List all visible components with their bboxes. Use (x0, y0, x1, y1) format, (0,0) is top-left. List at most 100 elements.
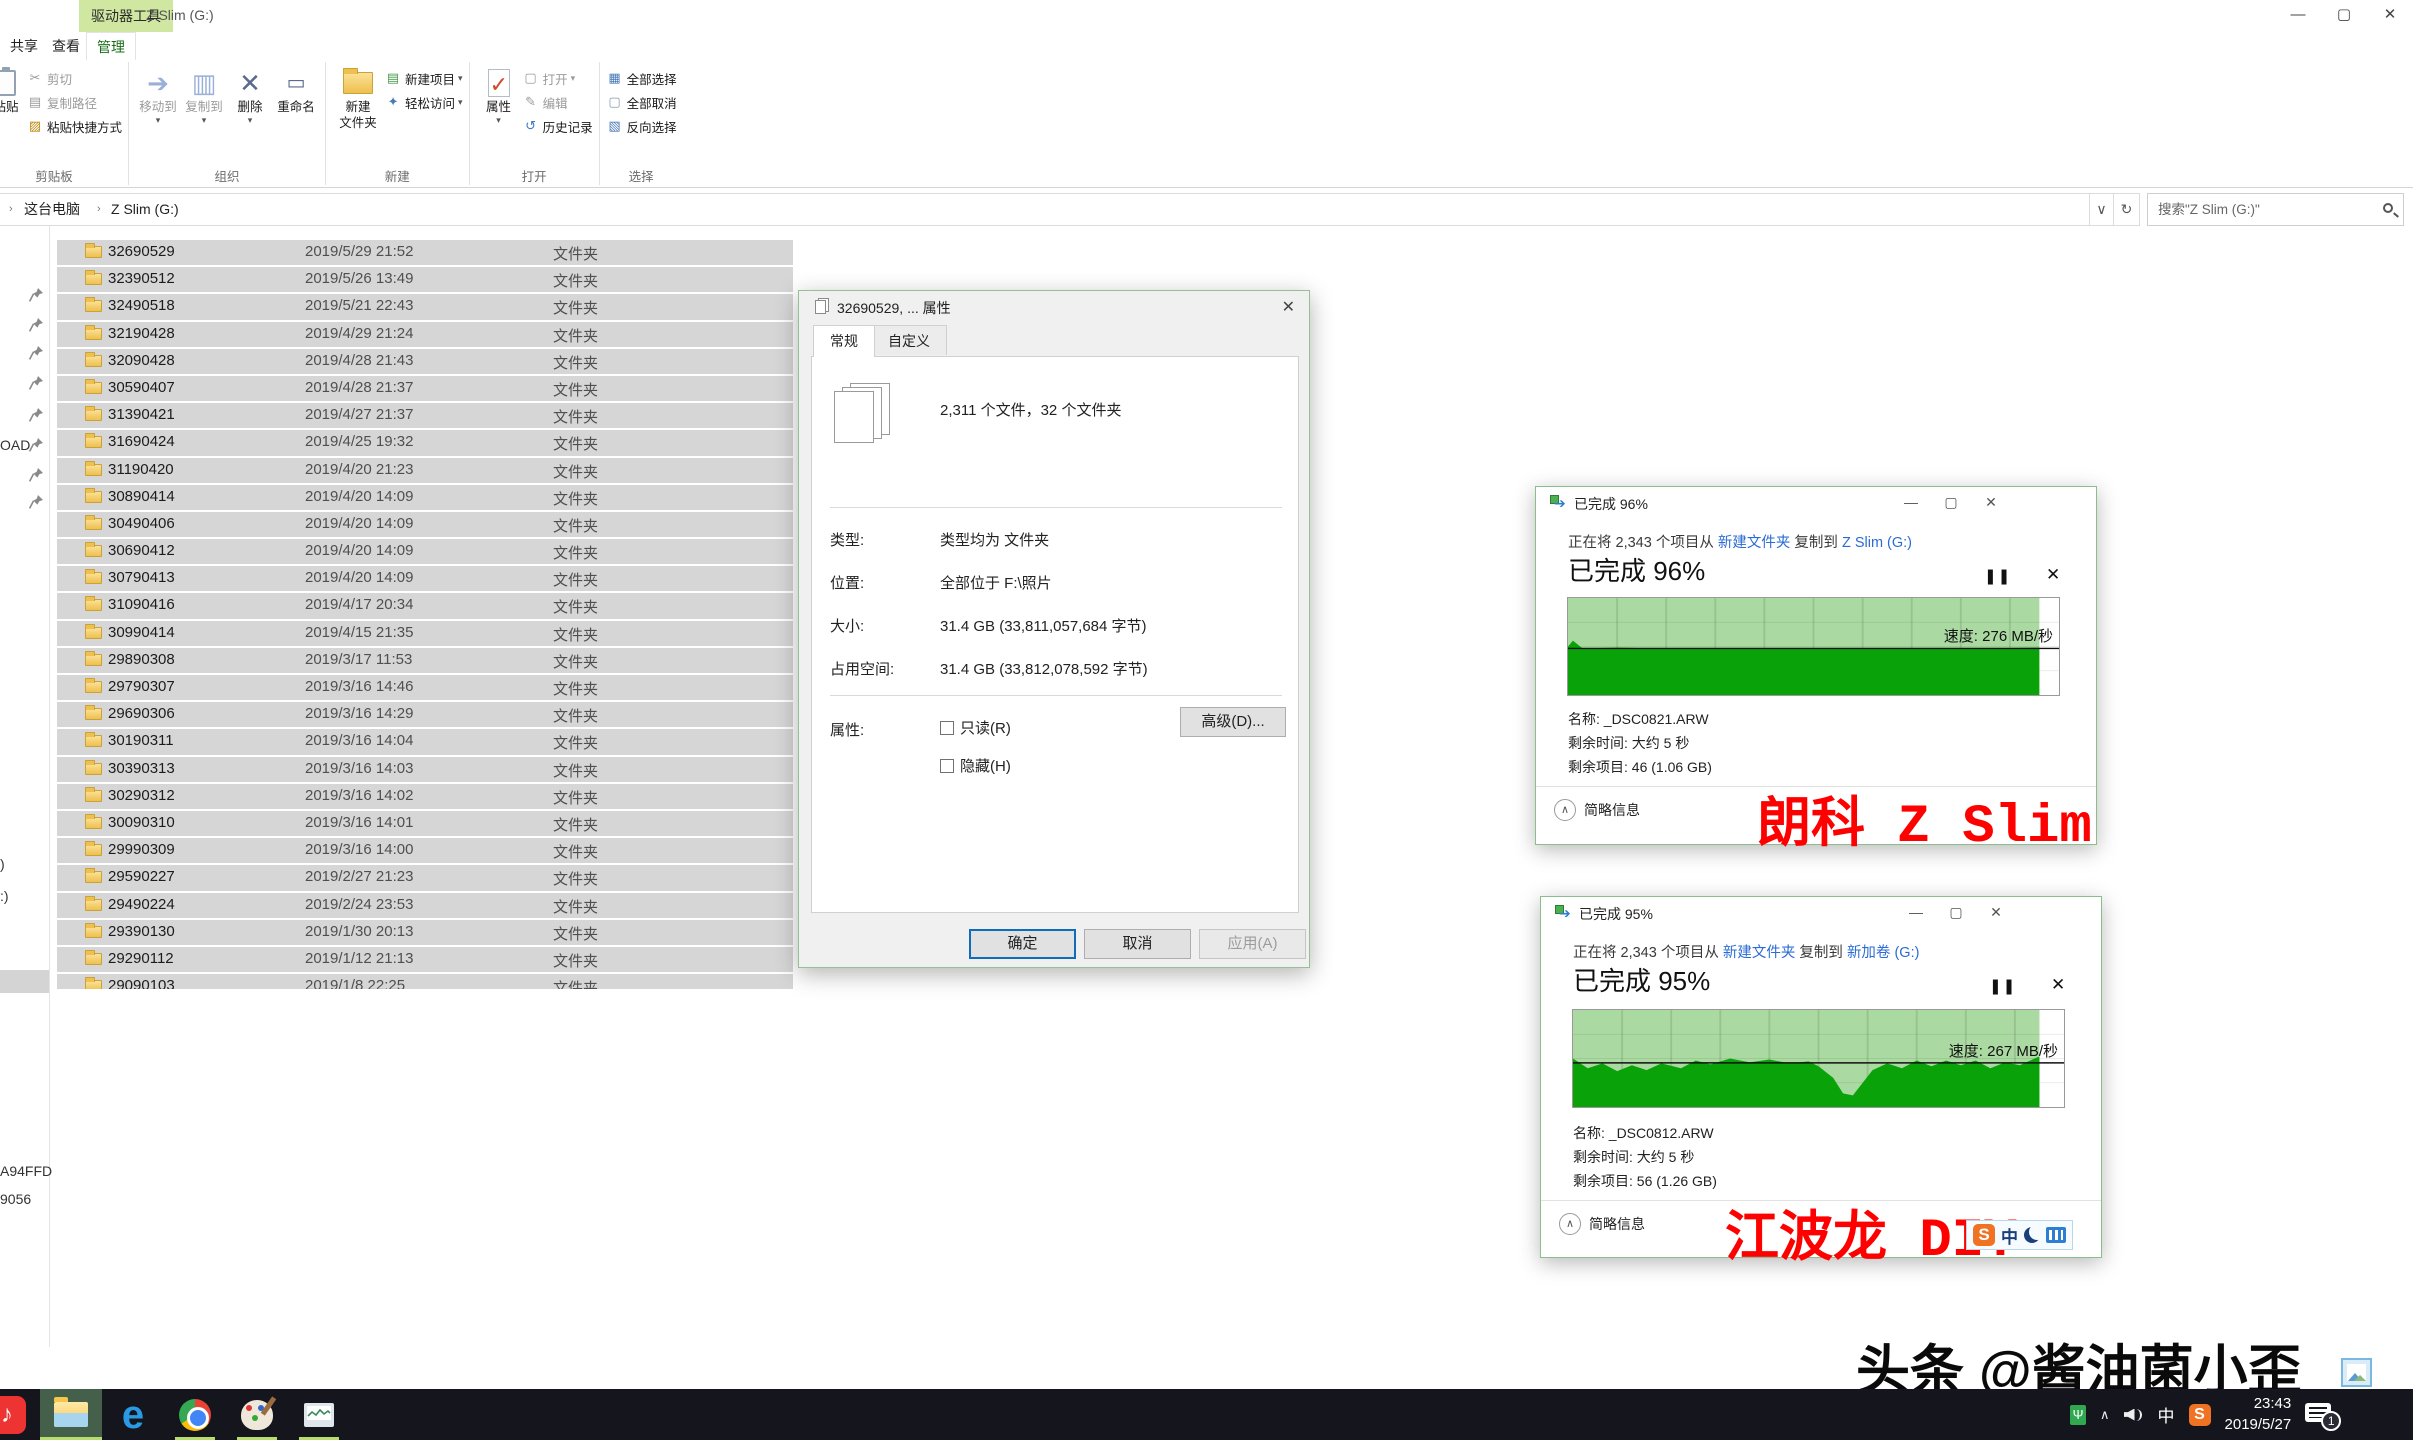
pin-icon[interactable] (28, 375, 44, 391)
file-row[interactable]: 326905292019/5/29 21:52文件夹 (57, 240, 793, 267)
open-button[interactable]: ▢ 打开▾ (522, 66, 593, 90)
tab-share[interactable]: 共享 (0, 32, 48, 60)
file-row[interactable]: 320904282019/4/28 21:43文件夹 (57, 349, 793, 376)
file-row[interactable]: 306904122019/4/20 14:09文件夹 (57, 539, 793, 566)
fewer-details-toggle[interactable]: ∧ 简略信息 (1554, 799, 1640, 821)
select-none-button[interactable]: ▢ 全部取消 (606, 90, 677, 114)
file-row[interactable]: 298903082019/3/17 11:53文件夹 (57, 648, 793, 675)
tab-manage[interactable]: 管理 (86, 32, 136, 60)
nav-item-label[interactable]: A94FFD (0, 1163, 52, 1179)
easy-access-button[interactable]: ✦ 轻松访问▾ (384, 90, 463, 114)
file-row[interactable]: 296903062019/3/16 14:29文件夹 (57, 702, 793, 729)
maximize-button[interactable]: ▢ (1936, 897, 1976, 927)
pin-icon[interactable] (28, 437, 44, 453)
file-row[interactable]: 293901302019/1/30 20:13文件夹 (57, 920, 793, 947)
search-input[interactable]: 搜索"Z Slim (G:)" (2147, 193, 2404, 226)
file-row[interactable]: 307904132019/4/20 14:09文件夹 (57, 566, 793, 593)
source-link[interactable]: 新建文件夹 (1718, 535, 1791, 551)
breadcrumb-drive[interactable]: Z Slim (G:) (111, 194, 179, 225)
ime-mode-icon[interactable]: 中 (2001, 1223, 2018, 1248)
destination-link[interactable]: Z Slim (G:) (1842, 535, 1912, 551)
file-row[interactable]: 300903102019/3/16 14:01文件夹 (57, 811, 793, 838)
close-button[interactable]: ✕ (1971, 487, 2011, 517)
new-item-button[interactable]: ▤ 新建项目▾ (384, 66, 463, 90)
destination-link[interactable]: 新加卷 (G:) (1847, 945, 1920, 961)
copy-path-button[interactable]: ▤ 复制路径 (26, 90, 122, 114)
cut-button[interactable]: ✂ 剪切 (26, 66, 122, 90)
nav-item-label[interactable]: :) (0, 888, 9, 904)
pin-icon[interactable] (28, 317, 44, 333)
hidden-checkbox[interactable]: 隐藏(H) (940, 755, 1011, 776)
pin-icon[interactable] (28, 345, 44, 361)
file-row[interactable]: 323905122019/5/26 13:49文件夹 (57, 267, 793, 294)
cancel-button[interactable]: 取消 (1084, 929, 1191, 959)
pin-icon[interactable] (28, 494, 44, 510)
sogou-logo-icon[interactable]: S (1973, 1224, 1995, 1246)
usb-device-icon[interactable]: Ψ (2070, 1405, 2086, 1425)
tray-chevron-up-icon[interactable]: ∧ (2100, 1407, 2110, 1423)
maximize-button[interactable]: ▢ (2321, 0, 2367, 30)
file-row[interactable]: 294902242019/2/24 23:53文件夹 (57, 893, 793, 920)
close-button[interactable]: ✕ (2367, 0, 2413, 30)
move-to-button[interactable]: ➔ 移动到▾ (135, 62, 181, 124)
new-folder-button[interactable]: 新建 文件夹 (332, 62, 384, 131)
file-row[interactable]: 295902272019/2/27 21:23文件夹 (57, 865, 793, 892)
fewer-details-toggle[interactable]: ∧ 简略信息 (1559, 1213, 1645, 1235)
nav-item-label[interactable]: 9056 (0, 1191, 31, 1207)
paste-shortcut-button[interactable]: ▨ 粘贴快捷方式 (26, 114, 122, 138)
file-row[interactable]: 308904142019/4/20 14:09文件夹 (57, 485, 793, 512)
apply-button[interactable]: 应用(A) (1199, 929, 1306, 959)
advanced-button[interactable]: 高级(D)... (1180, 707, 1286, 737)
notification-center-icon[interactable]: 1 (2305, 1403, 2335, 1427)
file-row[interactable]: 310904162019/4/17 20:34文件夹 (57, 593, 793, 620)
readonly-checkbox[interactable]: 只读(R) (940, 717, 1011, 738)
nav-item-label[interactable]: ) (0, 856, 5, 872)
breadcrumb[interactable]: › 这台电脑 › Z Slim (G:) (0, 193, 2090, 226)
pin-icon[interactable] (28, 407, 44, 423)
cancel-copy-button[interactable]: ✕ (2046, 565, 2060, 585)
sogou-ime-toolbar[interactable]: S 中 (1966, 1220, 2073, 1250)
navigation-pane[interactable]: OAD):) A94FFD 9056 (0, 226, 50, 1347)
file-row[interactable]: 305904072019/4/28 21:37文件夹 (57, 376, 793, 403)
invert-selection-button[interactable]: ▧ 反向选择 (606, 114, 677, 138)
properties-button[interactable]: 属性▾ (476, 62, 522, 124)
file-row[interactable]: 297903072019/3/16 14:46文件夹 (57, 675, 793, 702)
moon-icon[interactable] (2024, 1227, 2040, 1243)
copy-to-button[interactable]: ▥ 复制到▾ (181, 62, 227, 124)
nav-item-label[interactable]: OAD (0, 437, 30, 453)
clock[interactable]: 23:43 2019/5/27 (2225, 1394, 2292, 1435)
tab-general[interactable]: 常规 (813, 325, 875, 357)
refresh-icon[interactable]: ↻ (2114, 193, 2140, 226)
file-row[interactable]: 299903092019/3/16 14:00文件夹 (57, 838, 793, 865)
close-icon[interactable]: ✕ (1282, 297, 1295, 317)
maximize-button[interactable]: ▢ (1931, 487, 1971, 517)
edit-button[interactable]: ✎ 编辑 (522, 90, 593, 114)
file-row[interactable]: 324905182019/5/21 22:43文件夹 (57, 294, 793, 321)
paste-button[interactable]: 粘贴 (0, 62, 26, 116)
taskbar-music-app[interactable]: ♪ (0, 1389, 38, 1440)
volume-icon[interactable] (2124, 1407, 2144, 1423)
breadcrumb-this-pc[interactable]: 这台电脑 (24, 194, 80, 225)
pause-button[interactable]: ❚❚ (1984, 567, 2011, 585)
keyboard-icon[interactable] (2046, 1227, 2066, 1243)
taskbar-paint[interactable] (226, 1389, 288, 1440)
history-button[interactable]: ↺ 历史记录 (522, 114, 593, 138)
file-row[interactable]: 321904282019/4/29 21:24文件夹 (57, 322, 793, 349)
sogou-tray-icon[interactable]: S (2189, 1404, 2211, 1426)
close-button[interactable]: ✕ (1976, 897, 2016, 927)
ok-button[interactable]: 确定 (969, 929, 1076, 959)
address-dropdown-icon[interactable]: ∨ (2090, 193, 2114, 226)
taskbar-task-manager[interactable] (288, 1389, 350, 1440)
file-row[interactable]: 292901122019/1/12 21:13文件夹 (57, 947, 793, 974)
taskbar-edge[interactable]: e (102, 1389, 164, 1440)
file-row[interactable]: 316904242019/4/25 19:32文件夹 (57, 430, 793, 457)
tab-view[interactable]: 查看 (42, 32, 90, 60)
ime-indicator[interactable]: 中 (2158, 1402, 2175, 1427)
minimize-button[interactable]: — (2275, 0, 2321, 30)
taskbar-file-explorer[interactable] (40, 1389, 102, 1440)
pin-icon[interactable] (28, 467, 44, 483)
file-row[interactable]: 309904142019/4/15 21:35文件夹 (57, 621, 793, 648)
file-row[interactable]: 301903112019/3/16 14:04文件夹 (57, 729, 793, 756)
select-all-button[interactable]: ▦ 全部选择 (606, 66, 677, 90)
file-row[interactable]: 303903132019/3/16 14:03文件夹 (57, 757, 793, 784)
